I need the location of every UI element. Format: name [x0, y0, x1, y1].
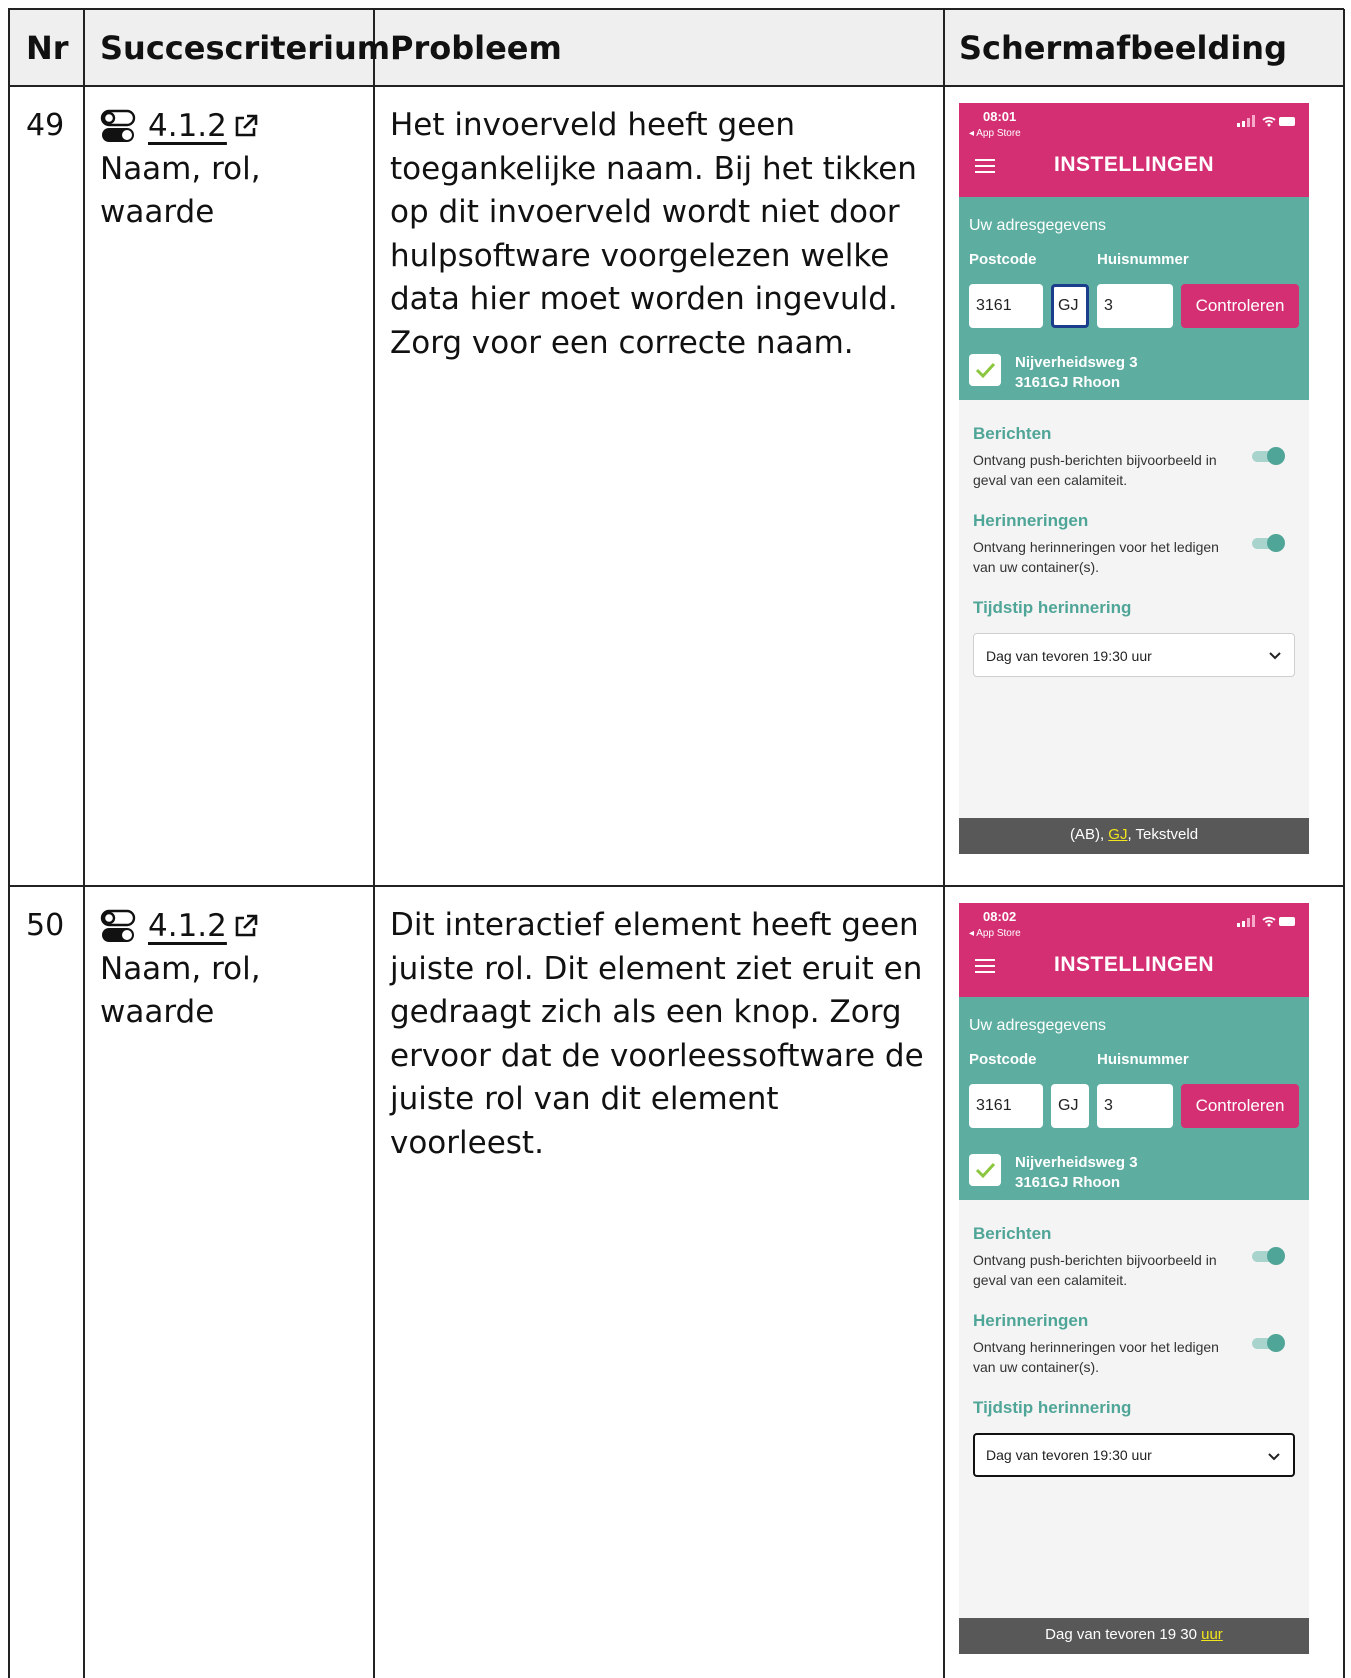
toggle-icon — [100, 909, 136, 942]
address-panel: Uw adresgegevens Postcode Huisnummer 316… — [959, 997, 1309, 1200]
address-panel: Uw adresgegevens Postcode Huisnummer 316… — [959, 197, 1309, 400]
reminders-heading: Herinneringen — [973, 511, 1089, 530]
found-address: Nijverheidsweg 3 3161GJ Rhoon — [1015, 1153, 1138, 1193]
checkmark-icon[interactable] — [969, 1154, 1001, 1186]
voiceover-text: (AB), — [1069, 826, 1109, 843]
criterion-cell: 4.1.2 Naam, rol, waarde — [100, 904, 370, 1034]
screenshot-phone-50: 08:02 ◂ App Store INSTELLINGEN Uw adresg… — [959, 903, 1309, 1654]
external-link-icon — [235, 114, 258, 137]
table-border-right — [1343, 9, 1345, 1678]
reminder-time-value: Dag van tevoren 19:30 uur — [986, 1447, 1152, 1463]
table-row-divider — [8, 885, 1344, 887]
row-number: 50 — [26, 908, 65, 943]
header-screenshot: Schermafbeelding — [959, 29, 1287, 67]
criterion-link[interactable]: 4.1.2 — [148, 105, 227, 148]
address-line-1: Nijverheidsweg 3 — [1015, 1154, 1138, 1171]
check-button[interactable]: Controleren — [1181, 1084, 1299, 1128]
header-nr: Nr — [26, 29, 69, 67]
app-header: 08:01 ◂ App Store INSTELLINGEN — [959, 103, 1309, 197]
toggle-switch-icon[interactable] — [1251, 446, 1287, 466]
reminder-time-select[interactable]: Dag van tevoren 19:30 uur — [973, 1433, 1295, 1477]
messages-text: Ontvang push-berichten bijvoorbeeld in g… — [973, 452, 1217, 488]
housenumber-label: Huisnummer — [1097, 251, 1189, 268]
problem-text: Dit interactief element heeft geen juist… — [390, 907, 924, 1161]
messages-text: Ontvang push-berichten bijvoorbeeld in g… — [973, 1252, 1217, 1288]
reminders-heading: Herinneringen — [973, 1311, 1089, 1330]
check-button[interactable]: Controleren — [1181, 284, 1299, 328]
table-border-top — [8, 8, 1344, 10]
table-header-divider — [8, 85, 1344, 87]
postcode-digits-input[interactable]: 3161 — [969, 284, 1043, 328]
toggle-icon — [100, 109, 136, 142]
postcode-label: Postcode — [969, 251, 1037, 268]
screen-title: INSTELLINGEN — [1053, 953, 1214, 976]
toggle-switch-icon[interactable] — [1251, 1333, 1287, 1353]
reminders-text: Ontvang herinneringen voor het ledigen v… — [973, 1339, 1219, 1375]
voiceover-caption: Dag van tevoren 19 30 uur — [959, 1618, 1309, 1654]
housenumber-input[interactable]: 3 — [1097, 284, 1173, 328]
settings-body: Berichten Ontvang push-berichten bijvoor… — [959, 1200, 1309, 1620]
messages-heading: Berichten — [973, 424, 1052, 443]
chevron-down-icon — [1269, 652, 1281, 660]
postcode-label: Postcode — [969, 1051, 1037, 1068]
address-section-title: Uw adresgegevens — [969, 217, 1106, 234]
criterion-name: Naam, rol, waarde — [100, 151, 261, 230]
criterion-link[interactable]: 4.1.2 — [148, 905, 227, 948]
reminder-time-select[interactable]: Dag van tevoren 19:30 uur — [973, 633, 1295, 677]
address-line-1: Nijverheidsweg 3 — [1015, 354, 1138, 371]
checkmark-icon[interactable] — [969, 354, 1001, 386]
time-heading: Tijdstip herinnering — [973, 598, 1132, 617]
voiceover-highlight: GJ — [1108, 826, 1128, 843]
status-time: 08:01 — [983, 109, 1017, 124]
voiceover-caption: (AB), GJ, Tekstveld — [959, 818, 1309, 854]
problem-text: Het invoerveld heeft geen toegankelijke … — [390, 107, 917, 361]
reminders-text: Ontvang herinneringen voor het ledigen v… — [973, 539, 1219, 575]
messages-heading: Berichten — [973, 1224, 1052, 1243]
back-to-app-store[interactable]: ◂ App Store — [969, 128, 1021, 139]
header-problem: Probleem — [390, 29, 562, 67]
column-divider — [373, 9, 375, 1678]
postcode-digits-input[interactable]: 3161 — [969, 1084, 1043, 1128]
toggle-switch-icon[interactable] — [1251, 1246, 1287, 1266]
toggle-switch-icon[interactable] — [1251, 533, 1287, 553]
housenumber-label: Huisnummer — [1097, 1051, 1189, 1068]
housenumber-input[interactable]: 3 — [1097, 1084, 1173, 1128]
table-border-left — [8, 9, 10, 1678]
postcode-letters-input[interactable]: GJ — [1051, 1084, 1089, 1128]
column-divider — [83, 9, 85, 1678]
row-number: 49 — [26, 108, 65, 143]
voiceover-text: , Tekstveld — [1127, 826, 1199, 843]
column-divider — [943, 9, 945, 1678]
reminder-time-value: Dag van tevoren 19:30 uur — [986, 648, 1152, 664]
found-address: Nijverheidsweg 3 3161GJ Rhoon — [1015, 353, 1138, 393]
address-section-title: Uw adresgegevens — [969, 1017, 1106, 1034]
voiceover-highlight: uur — [1201, 1626, 1223, 1643]
app-header: 08:02 ◂ App Store INSTELLINGEN — [959, 903, 1309, 997]
criterion-name: Naam, rol, waarde — [100, 951, 261, 1030]
external-link-icon — [235, 914, 258, 937]
status-time: 08:02 — [983, 909, 1017, 924]
back-to-app-store[interactable]: ◂ App Store — [969, 928, 1021, 939]
voiceover-text: Dag van tevoren 19 30 — [1045, 1626, 1202, 1643]
issues-table: Nr Succescriterium Probleem Schermafbeel… — [0, 0, 1351, 1678]
settings-body: Berichten Ontvang push-berichten bijvoor… — [959, 400, 1309, 820]
screen-title: INSTELLINGEN — [1053, 153, 1214, 176]
status-icons — [1237, 115, 1295, 127]
chevron-down-icon — [1268, 1453, 1280, 1461]
criterion-cell: 4.1.2 Naam, rol, waarde — [100, 104, 370, 234]
address-line-2: 3161GJ Rhoon — [1015, 374, 1121, 391]
time-heading: Tijdstip herinnering — [973, 1398, 1132, 1417]
status-icons — [1237, 915, 1295, 927]
header-criterion: Succescriterium — [100, 29, 391, 67]
address-line-2: 3161GJ Rhoon — [1015, 1174, 1121, 1191]
screenshot-phone-49: 08:01 ◂ App Store INSTELLINGEN Uw adresg… — [959, 103, 1309, 854]
postcode-letters-input[interactable]: GJ — [1051, 284, 1089, 328]
